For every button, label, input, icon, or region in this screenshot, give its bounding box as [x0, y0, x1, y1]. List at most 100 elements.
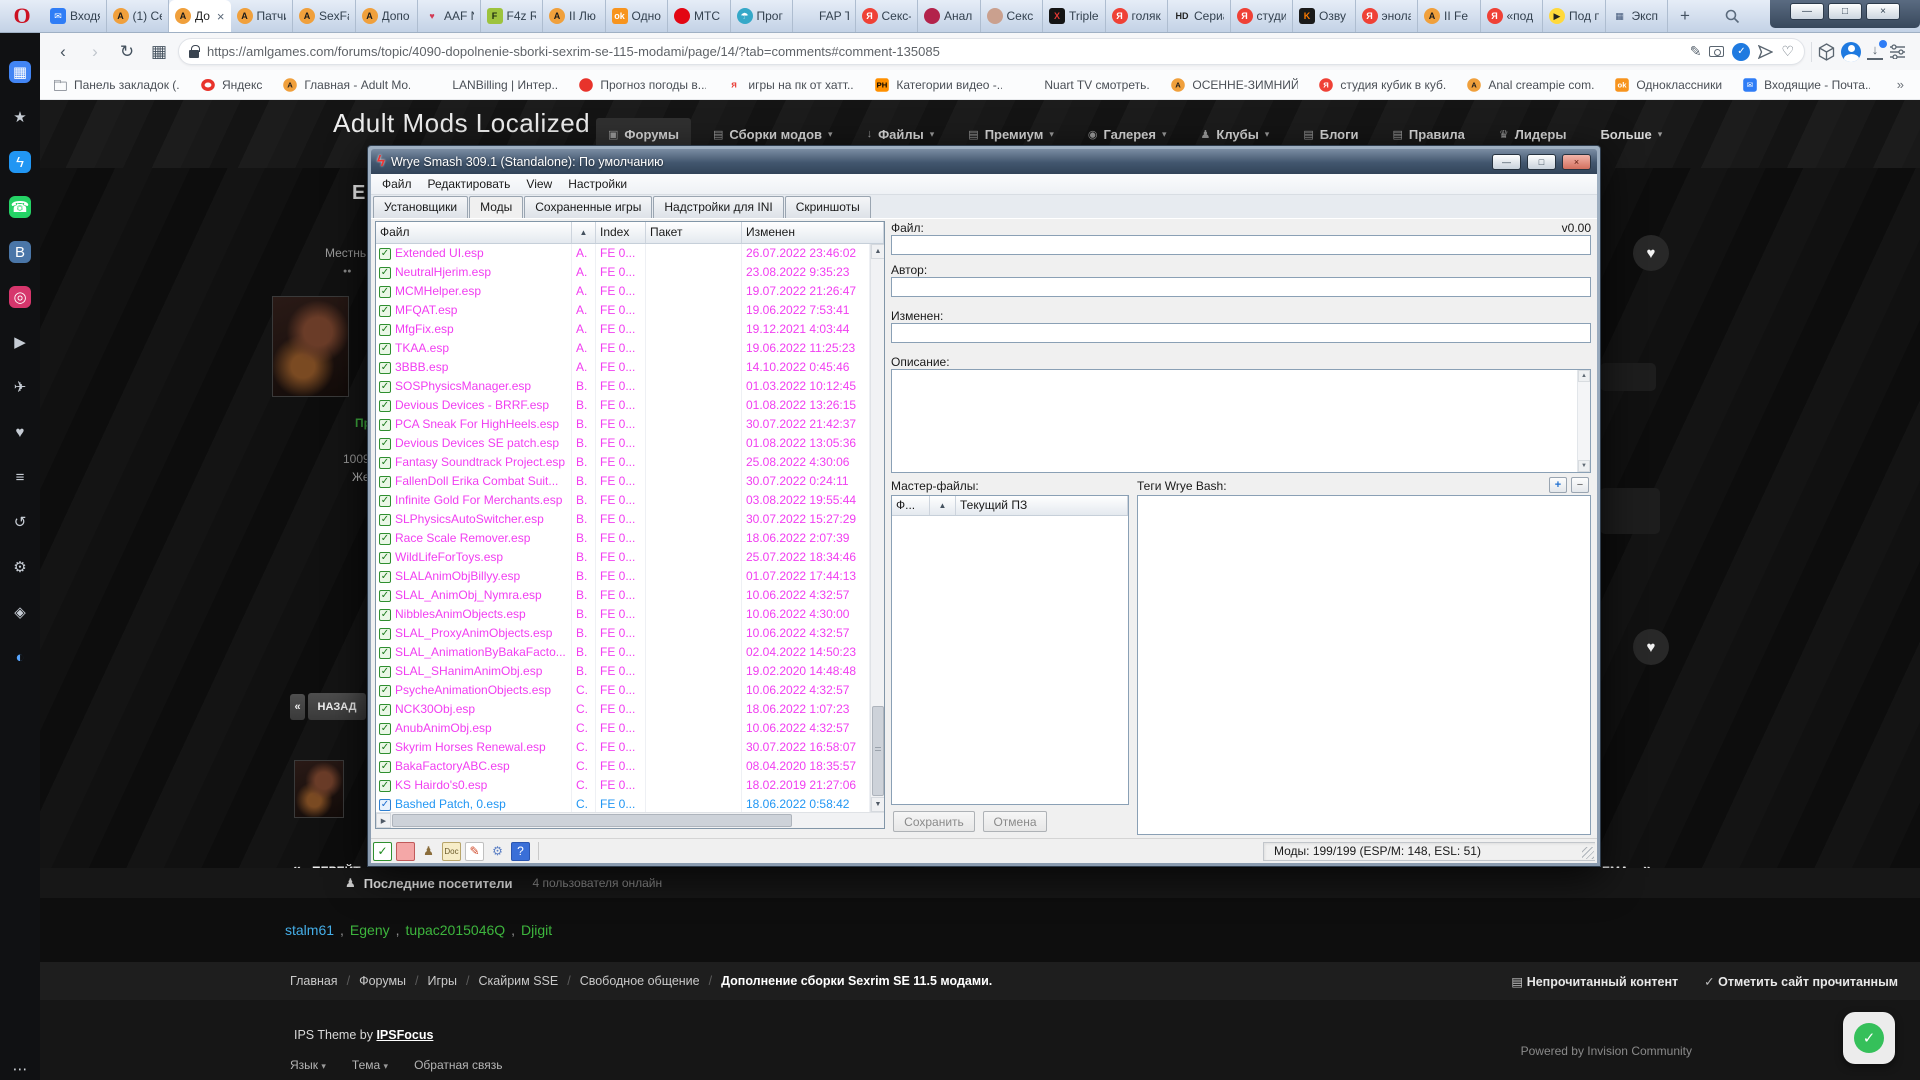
wrye-minimize-button[interactable]: — [1492, 154, 1521, 170]
mod-row[interactable]: ✓NCK30Obj.espC.FE 0...18.06.2022 1:07:23 [376, 700, 870, 719]
help-icon[interactable]: ? [511, 842, 530, 861]
minimize-button[interactable]: — [1790, 3, 1824, 20]
browser-tab[interactable]: ASexFa [293, 0, 356, 32]
mod-row[interactable]: ✓SLPhysicsAutoSwitcher.espB.FE 0...30.07… [376, 510, 870, 529]
flow-icon[interactable]: ◐ [9, 646, 31, 668]
remove-tag-button[interactable]: − [1571, 477, 1589, 493]
tab-search-icon[interactable] [1702, 0, 1762, 32]
browser-tab[interactable]: FAP T [793, 0, 856, 32]
scroll-up-icon[interactable]: ▲ [871, 244, 884, 259]
browser-tab[interactable]: ✉Входя [44, 0, 107, 32]
unread-content-link[interactable]: ▤ Непрочитанный контент [1511, 974, 1678, 989]
browser-tab[interactable]: ▦Эксп [1606, 0, 1669, 32]
mod-checkbox[interactable]: ✓ [379, 267, 391, 279]
mod-checkbox[interactable]: ✓ [379, 571, 391, 583]
mod-list-vscrollbar[interactable]: ▲ ▼ [870, 244, 884, 812]
mod-checkbox[interactable]: ✓ [379, 305, 391, 317]
column-file[interactable]: Файл [376, 222, 572, 243]
whatsapp-icon[interactable]: ☎ [9, 196, 31, 218]
mod-row[interactable]: ✓SLALAnimObjBillyy.espB.FE 0...01.07.202… [376, 567, 870, 586]
masters-column-file[interactable]: Ф... [892, 496, 930, 515]
mod-row[interactable]: ✓SLAL_AnimationByBakaFacto...B.FE 0...02… [376, 643, 870, 662]
browser-tab[interactable]: Я«под [1481, 0, 1544, 32]
wrye-maximize-button[interactable]: □ [1527, 154, 1556, 170]
browser-tab[interactable]: Секс [981, 0, 1044, 32]
mod-checkbox[interactable]: ✓ [379, 647, 391, 659]
scroll-down-icon[interactable]: ▼ [871, 797, 884, 812]
mod-row[interactable]: ✓Devious Devices - BRRF.espB.FE 0...01.0… [376, 396, 870, 415]
browser-tab[interactable]: ☂Прог [731, 0, 794, 32]
back-page-button[interactable]: НАЗАД [308, 693, 366, 720]
mod-checkbox[interactable]: ✓ [379, 723, 391, 735]
mod-row[interactable]: ✓KS Hairdo's0.espC.FE 0...18.02.2019 21:… [376, 776, 870, 795]
browser-tab[interactable]: XTriple [1043, 0, 1106, 32]
like-heart-button[interactable]: ♥ [1633, 629, 1669, 665]
menu-файл[interactable]: Файл [375, 175, 419, 193]
edit-icon[interactable]: ✎ [465, 842, 484, 861]
mark-site-read-link[interactable]: ✓ Отметить сайт прочитанным [1704, 974, 1898, 989]
mod-row[interactable]: ✓Skyrim Horses Renewal.espC.FE 0...30.07… [376, 738, 870, 757]
mod-row[interactable]: ✓Fantasy Soundtrack Project.espB.FE 0...… [376, 453, 870, 472]
browser-tab[interactable]: Ястуди [1231, 0, 1294, 32]
mod-checkbox[interactable]: ✓ [379, 381, 391, 393]
mod-checkbox[interactable]: ✓ [379, 552, 391, 564]
bookmark-item[interactable]: Ястудия кубик в куб... [1318, 77, 1446, 93]
mod-checkbox[interactable]: ✓ [379, 248, 391, 260]
vscroll-thumb[interactable] [872, 706, 884, 796]
messenger-icon[interactable]: ϟ [9, 151, 31, 173]
mod-checkbox[interactable]: ✓ [379, 685, 391, 697]
mod-checkbox[interactable]: ✓ [379, 457, 391, 469]
breadcrumb-item[interactable]: Свободное общение [580, 974, 700, 988]
mod-checkbox[interactable]: ✓ [379, 666, 391, 678]
bookmark-item[interactable]: AAnal creampie com... [1466, 77, 1594, 93]
mod-row[interactable]: ✓TKAA.espA.FE 0...19.06.2022 11:25:23 [376, 339, 870, 358]
history-icon[interactable]: ↺ [9, 511, 31, 533]
mod-list-hscrollbar[interactable]: ◀ ▶ [376, 812, 884, 828]
mod-row[interactable]: ✓NeutralHjerim.espA.FE 0...23.08.2022 9:… [376, 263, 870, 282]
author-input[interactable] [891, 277, 1591, 297]
scroll-right-icon[interactable]: ▶ [376, 813, 391, 828]
mod-checkbox[interactable]: ✓ [379, 533, 391, 545]
mod-checkbox[interactable]: ✓ [379, 343, 391, 355]
browser-tab[interactable]: Яголяк [1106, 0, 1169, 32]
theme-select[interactable]: Тема ▾ [352, 1058, 388, 1072]
flashlight-icon[interactable]: ◈ [9, 601, 31, 623]
visitor-link[interactable]: Djigit [521, 922, 552, 938]
bookmarks-overflow-icon[interactable]: » [1897, 77, 1904, 92]
bookmark-item[interactable]: Nuart TV смотреть... [1022, 77, 1150, 93]
maximize-button[interactable]: □ [1828, 3, 1862, 20]
column-package[interactable]: Пакет [646, 222, 742, 243]
close-button[interactable]: × [1866, 3, 1900, 20]
add-tag-button[interactable]: + [1549, 477, 1567, 493]
speed-dial-icon[interactable]: ▦ [9, 61, 31, 83]
mod-row[interactable]: ✓SLAL_AnimObj_Nymra.espB.FE 0...10.06.20… [376, 586, 870, 605]
mod-checkbox[interactable]: ✓ [379, 324, 391, 336]
mod-checkbox[interactable]: ✓ [379, 704, 391, 716]
visitor-link[interactable]: Egeny [350, 922, 390, 938]
description-textarea[interactable]: ▲ ▼ [891, 369, 1591, 473]
feedback-link[interactable]: Обратная связь [414, 1058, 502, 1072]
menu-view[interactable]: View [519, 175, 559, 193]
breadcrumb-item[interactable]: Игры [428, 974, 457, 988]
browser-tab[interactable]: AДо× [169, 0, 231, 32]
browser-tab[interactable]: AПатчи [231, 0, 294, 32]
browser-tab[interactable]: ♥AAF N [418, 0, 481, 32]
masters-sort-icon[interactable]: ▲ [930, 496, 956, 515]
browser-tab[interactable]: A(1) Се [107, 0, 170, 32]
mod-row[interactable]: ✓PCA Sneak For HighHeels.espB.FE 0...30.… [376, 415, 870, 434]
sort-arrow-icon[interactable]: ▲ [572, 222, 596, 243]
breadcrumb-item[interactable]: Скайрим SSE [478, 974, 558, 988]
reading-list-icon[interactable]: ≡ [9, 466, 31, 488]
scroll-up-icon[interactable]: ▲ [1578, 370, 1590, 382]
mod-row[interactable]: ✓MfgFix.espA.FE 0...19.12.2021 4:03:44 [376, 320, 870, 339]
wrye-close-button[interactable]: × [1562, 154, 1591, 170]
doll-icon[interactable]: ♟ [419, 842, 438, 861]
breadcrumb-item[interactable]: Форумы [359, 974, 406, 988]
wrye-tab-установщики[interactable]: Установщики [373, 196, 468, 218]
mod-checkbox[interactable]: ✓ [379, 438, 391, 450]
browser-tab[interactable]: ЯСекс- [856, 0, 919, 32]
browser-tab[interactable]: МТС [668, 0, 731, 32]
mod-row[interactable]: ✓SLAL_ProxyAnimObjects.espB.FE 0...10.06… [376, 624, 870, 643]
gear-icon[interactable]: ⚙ [488, 842, 507, 861]
plugin-check-icon[interactable]: ✓ [373, 842, 392, 861]
